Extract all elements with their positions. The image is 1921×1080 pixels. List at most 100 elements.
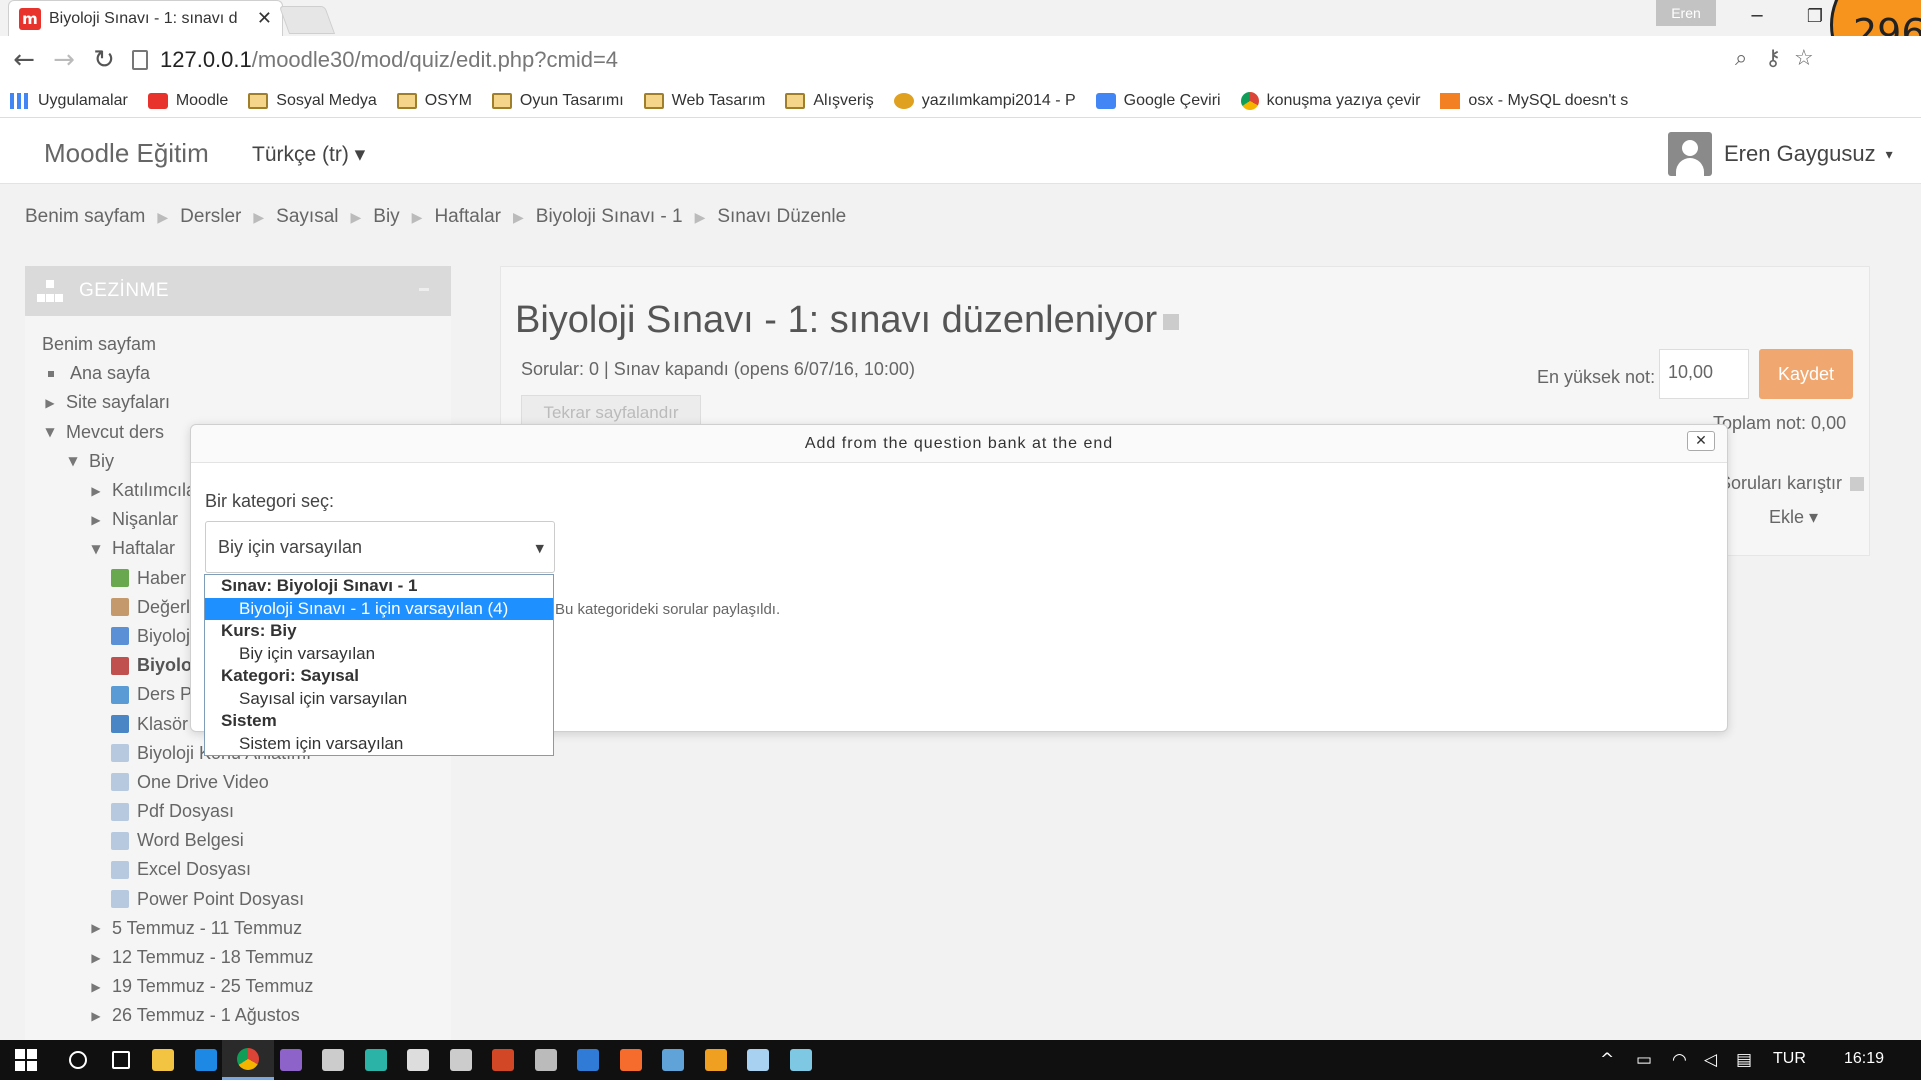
max-grade-input[interactable]: 10,00: [1659, 349, 1749, 399]
expand-arrow-icon[interactable]: ▶: [88, 980, 104, 994]
steam-icon: [662, 1049, 684, 1071]
nav-item-label: Biy: [89, 450, 115, 471]
dropdown-option[interactable]: Sayısal için varsayılan: [205, 688, 553, 711]
clock-time[interactable]: 16:19: [1844, 1050, 1884, 1068]
collapse-arrow-icon[interactable]: ▼: [88, 542, 104, 556]
bookmark-osx-mysql[interactable]: osx - MySQL doesn't s: [1440, 92, 1628, 110]
breadcrumb: Benim sayfam ▶ Dersler ▶ Sayısal ▶ Biy ▶ Haf…: [25, 206, 846, 228]
site-brand[interactable]: Moodle Eğitim: [44, 138, 209, 169]
browser-tab[interactable]: m Biyoloji Sınavı - 1: sınavı d ✕: [8, 0, 283, 36]
bookmark-konusma[interactable]: konuşma yazıya çevir: [1240, 91, 1420, 110]
origin-icon: [619, 1049, 642, 1071]
windows-logo-icon: [15, 1049, 37, 1071]
input-language[interactable]: TUR: [1773, 1050, 1806, 1068]
nav-item[interactable]: Ana sayfa: [25, 359, 451, 388]
moodle-favicon-icon: m: [19, 7, 41, 30]
back-arrow-icon[interactable]: ←: [8, 44, 40, 76]
bookmark-google-ceviri[interactable]: Google Çeviri: [1095, 92, 1221, 110]
nav-item[interactable]: Power Point Dosyası: [25, 885, 451, 914]
user-menu[interactable]: Eren Gaygusuz ▾: [1668, 132, 1893, 176]
minimize-button[interactable]: ─: [1732, 0, 1782, 32]
help-icon[interactable]: [1163, 313, 1180, 330]
bookmark-moodle[interactable]: Moodle: [147, 92, 228, 110]
bookmark-star-icon[interactable]: ☆: [1794, 46, 1814, 71]
shuffle-questions[interactable]: Soruları karıştır: [1719, 473, 1865, 494]
bookmark-osym[interactable]: OSYM: [396, 92, 472, 110]
nav-item-label: Power Point Dosyası: [137, 888, 305, 909]
nav-item[interactable]: ▶ 26 Temmuz - 1 Ağustos: [25, 1001, 451, 1030]
notifications-icon[interactable]: ▤: [1736, 1050, 1752, 1070]
help-icon[interactable]: [1850, 477, 1865, 492]
key-icon[interactable]: ⚷: [1765, 46, 1781, 71]
breadcrumb-item[interactable]: Biyoloji Sınavı - 1: [536, 206, 683, 228]
tab-close-icon[interactable]: ✕: [257, 8, 272, 29]
nav-item[interactable]: One Drive Video: [25, 768, 451, 797]
nav-item[interactable]: Pdf Dosyası: [25, 797, 451, 826]
nav-item[interactable]: ▶ 5 Temmuz - 11 Temmuz: [25, 914, 451, 943]
expand-arrow-icon[interactable]: ▶: [88, 1009, 104, 1023]
nav-item[interactable]: ▶ 19 Temmuz - 25 Temmuz: [25, 972, 451, 1001]
browser-profile-chip[interactable]: Eren: [1656, 0, 1716, 26]
dropdown-option[interactable]: Sistem için varsayılan: [205, 733, 553, 756]
breadcrumb-item[interactable]: Benim sayfam: [25, 206, 145, 228]
breadcrumb-item[interactable]: Dersler: [180, 206, 241, 228]
chevron-up-icon[interactable]: ^: [1600, 1050, 1614, 1070]
nav-item-label: Excel Dosyası: [137, 859, 252, 880]
save-button[interactable]: Kaydet: [1759, 349, 1853, 399]
expand-arrow-icon[interactable]: ▶: [88, 513, 104, 527]
search-icon: [69, 1051, 87, 1069]
reload-icon[interactable]: ↻: [88, 44, 120, 76]
volume-muted-icon[interactable]: ◁: [1704, 1050, 1717, 1070]
nav-item-label: Mevcut ders: [66, 421, 165, 442]
dropdown-option[interactable]: Biy için varsayılan: [205, 643, 553, 666]
bookmark-yazilimkampi[interactable]: yazılımkampi2014 - P: [893, 92, 1076, 110]
collapse-icon[interactable]: [419, 288, 429, 291]
start-button[interactable]: [0, 1040, 52, 1080]
moodle-icon: [147, 92, 168, 109]
breadcrumb-separator-icon: ▶: [512, 208, 524, 225]
nav-item-label: 19 Temmuz - 25 Temmuz: [112, 976, 314, 997]
dropdown-group-label: Sınav: Biyoloji Sınavı - 1: [221, 576, 418, 596]
breadcrumb-item[interactable]: Biy: [373, 206, 399, 228]
bookmark-sosyal-medya[interactable]: Sosyal Medya: [248, 92, 377, 110]
battery-icon[interactable]: ▭: [1636, 1050, 1652, 1070]
nav-item-label: 12 Temmuz - 18 Temmuz: [112, 947, 314, 968]
dropdown-option[interactable]: Biyoloji Sınavı - 1 için varsayılan (4): [205, 597, 553, 620]
close-icon[interactable]: ✕: [1687, 431, 1715, 451]
breadcrumb-separator-icon: ▶: [694, 208, 706, 225]
nav-item-label: 5 Temmuz - 11 Temmuz: [112, 917, 303, 938]
category-select[interactable]: Biy için varsayılan ▼: [205, 521, 555, 573]
collapse-arrow-icon[interactable]: ▼: [42, 425, 58, 439]
moodle-navbar: Moodle Eğitim Türkçe ‎(tr)‎ ▾ Eren Gaygu…: [0, 118, 1921, 184]
nav-item[interactable]: Benim sayfam: [25, 330, 451, 359]
forward-arrow-icon[interactable]: →: [48, 44, 80, 76]
collapse-arrow-icon[interactable]: ▼: [65, 454, 81, 468]
address-bar[interactable]: 127.0.0.1/moodle30/mod/quiz/edit.php?cmi…: [132, 42, 1812, 78]
breadcrumb-item[interactable]: Haftalar: [434, 206, 501, 228]
expand-arrow-icon[interactable]: ▶: [88, 484, 104, 498]
nav-item[interactable]: ▶ Site sayfaları: [25, 388, 451, 417]
shared-questions-note: Bu kategorideki sorular paylaşıldı.: [555, 601, 781, 618]
nav-item[interactable]: Word Belgesi: [25, 826, 451, 855]
bookmark-oyun-tasarimi[interactable]: Oyun Tasarımı: [491, 92, 624, 110]
navigation-header[interactable]: GEZİNME: [25, 266, 451, 316]
browser-titlebar: m Biyoloji Sınavı - 1: sınavı d ✕ Eren ─…: [0, 0, 1921, 90]
bookmark-alisveris[interactable]: Alışveriş: [785, 92, 874, 110]
tiger-icon: [893, 92, 914, 109]
bookmark-web-tasarim[interactable]: Web Tasarım: [643, 92, 765, 110]
add-menu[interactable]: Ekle ▾: [1769, 507, 1818, 528]
nav-item[interactable]: ▶ 12 Temmuz - 18 Temmuz: [25, 943, 451, 972]
wifi-icon[interactable]: ◠: [1672, 1050, 1687, 1070]
url-host: 127.0.0.1: [160, 47, 252, 72]
paint-taskbar-button[interactable]: [775, 1040, 827, 1080]
nav-item[interactable]: Excel Dosyası: [25, 855, 451, 884]
language-menu[interactable]: Türkçe ‎(tr)‎ ▾: [252, 142, 365, 167]
expand-arrow-icon[interactable]: ▶: [42, 396, 58, 410]
file-explorer-icon: [152, 1049, 174, 1071]
breadcrumb-item[interactable]: Sayısal: [276, 206, 338, 228]
expand-arrow-icon[interactable]: ▶: [88, 921, 104, 935]
new-tab-button[interactable]: [278, 6, 336, 34]
zoom-icon[interactable]: ⌕: [1735, 46, 1747, 71]
bookmark-apps[interactable]: Uygulamalar: [10, 92, 128, 110]
expand-arrow-icon[interactable]: ▶: [88, 951, 104, 965]
